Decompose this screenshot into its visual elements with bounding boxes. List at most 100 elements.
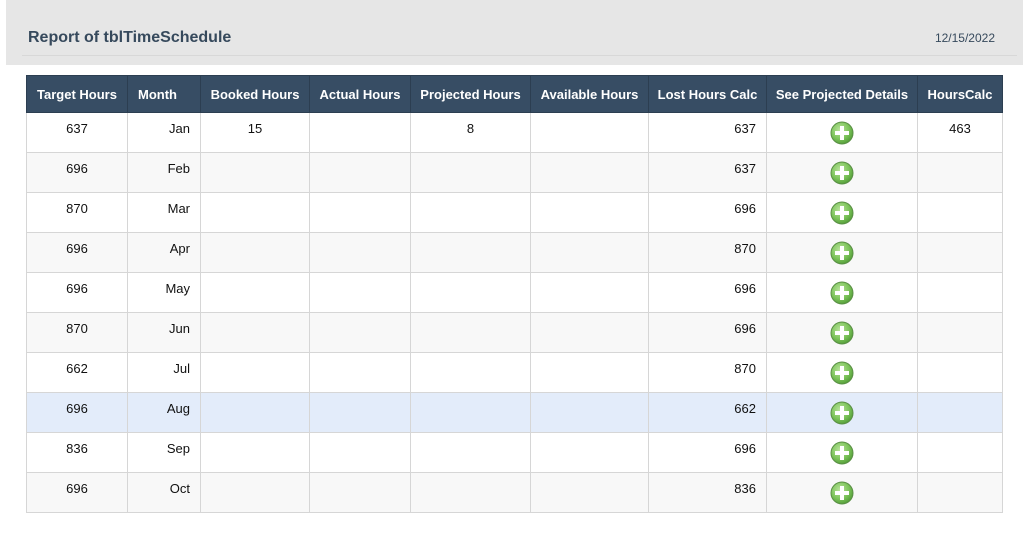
table-row[interactable]: 637 Jan 15 8 637 463 <box>26 112 1003 153</box>
table-row[interactable]: 870 Mar 696 <box>26 192 1003 233</box>
table-header-row: Target Hours Month Booked Hours Actual H… <box>26 75 1003 113</box>
cell-actual-hours <box>309 232 411 273</box>
cell-month: Jul <box>127 352 201 393</box>
plus-circle-icon[interactable] <box>830 241 854 265</box>
cell-target-hours: 696 <box>26 472 128 513</box>
column-header-booked-hours[interactable]: Booked Hours <box>200 75 310 113</box>
cell-lost-hours-calc: 637 <box>648 112 767 153</box>
cell-month: Apr <box>127 232 201 273</box>
cell-see-projected-details <box>766 312 918 353</box>
table-row[interactable]: 696 Feb 637 <box>26 152 1003 193</box>
cell-target-hours: 836 <box>26 432 128 473</box>
cell-month: Oct <box>127 472 201 513</box>
plus-circle-icon[interactable] <box>830 121 854 145</box>
plus-circle-icon[interactable] <box>830 441 854 465</box>
cell-lost-hours-calc: 662 <box>648 392 767 433</box>
cell-booked-hours <box>200 312 310 353</box>
cell-projected-hours <box>410 432 531 473</box>
column-header-actual-hours[interactable]: Actual Hours <box>309 75 411 113</box>
cell-hours-calc <box>917 192 1003 233</box>
column-header-month[interactable]: Month <box>127 75 201 113</box>
cell-hours-calc <box>917 392 1003 433</box>
cell-available-hours <box>530 392 649 433</box>
cell-booked-hours <box>200 192 310 233</box>
table-row[interactable]: 870 Jun 696 <box>26 312 1003 353</box>
cell-month: Sep <box>127 432 201 473</box>
cell-projected-hours <box>410 472 531 513</box>
column-header-hours-calc[interactable]: HoursCalc <box>917 75 1003 113</box>
cell-lost-hours-calc: 696 <box>648 272 767 313</box>
report-title: Report of tblTimeSchedule <box>28 29 232 46</box>
cell-available-hours <box>530 232 649 273</box>
cell-actual-hours <box>309 312 411 353</box>
plus-circle-icon[interactable] <box>830 201 854 225</box>
cell-actual-hours <box>309 352 411 393</box>
table-row[interactable]: 696 May 696 <box>26 272 1003 313</box>
column-header-target-hours[interactable]: Target Hours <box>26 75 128 113</box>
cell-target-hours: 696 <box>26 272 128 313</box>
cell-projected-hours <box>410 352 531 393</box>
column-header-available-hours[interactable]: Available Hours <box>530 75 649 113</box>
table-row[interactable]: 696 Oct 836 <box>26 472 1003 513</box>
cell-projected-hours <box>410 232 531 273</box>
plus-circle-icon[interactable] <box>830 361 854 385</box>
table-row[interactable]: 696 Aug 662 <box>26 392 1003 433</box>
cell-see-projected-details <box>766 232 918 273</box>
column-header-lost-hours-calc[interactable]: Lost Hours Calc <box>648 75 767 113</box>
cell-available-hours <box>530 192 649 233</box>
cell-actual-hours <box>309 432 411 473</box>
cell-available-hours <box>530 272 649 313</box>
table-row[interactable]: 836 Sep 696 <box>26 432 1003 473</box>
cell-hours-calc <box>917 472 1003 513</box>
cell-month: Mar <box>127 192 201 233</box>
cell-actual-hours <box>309 392 411 433</box>
cell-month: Feb <box>127 152 201 193</box>
report-date: 12/15/2022 <box>934 31 995 45</box>
cell-see-projected-details <box>766 272 918 313</box>
plus-circle-icon[interactable] <box>830 401 854 425</box>
cell-actual-hours <box>309 112 411 153</box>
cell-actual-hours <box>309 272 411 313</box>
cell-hours-calc: 463 <box>917 112 1003 153</box>
cell-booked-hours <box>200 472 310 513</box>
cell-available-hours <box>530 432 649 473</box>
cell-booked-hours: 15 <box>200 112 310 153</box>
cell-see-projected-details <box>766 192 918 233</box>
cell-target-hours: 696 <box>26 232 128 273</box>
cell-projected-hours <box>410 272 531 313</box>
cell-see-projected-details <box>766 352 918 393</box>
cell-available-hours <box>530 312 649 353</box>
header-divider <box>22 55 1017 56</box>
cell-see-projected-details <box>766 432 918 473</box>
table-row[interactable]: 696 Apr 870 <box>26 232 1003 273</box>
cell-projected-hours: 8 <box>410 112 531 153</box>
cell-booked-hours <box>200 392 310 433</box>
plus-circle-icon[interactable] <box>830 161 854 185</box>
cell-target-hours: 696 <box>26 392 128 433</box>
time-schedule-table: Target Hours Month Booked Hours Actual H… <box>26 75 1003 513</box>
plus-circle-icon[interactable] <box>830 321 854 345</box>
cell-month: Jan <box>127 112 201 153</box>
column-header-see-projected-details[interactable]: See Projected Details <box>766 75 918 113</box>
cell-target-hours: 870 <box>26 312 128 353</box>
cell-see-projected-details <box>766 152 918 193</box>
table-row[interactable]: 662 Jul 870 <box>26 352 1003 393</box>
cell-projected-hours <box>410 192 531 233</box>
cell-lost-hours-calc: 696 <box>648 312 767 353</box>
cell-lost-hours-calc: 870 <box>648 232 767 273</box>
cell-see-projected-details <box>766 392 918 433</box>
cell-lost-hours-calc: 696 <box>648 192 767 233</box>
cell-available-hours <box>530 112 649 153</box>
cell-projected-hours <box>410 312 531 353</box>
plus-circle-icon[interactable] <box>830 481 854 505</box>
cell-target-hours: 637 <box>26 112 128 153</box>
cell-hours-calc <box>917 312 1003 353</box>
cell-booked-hours <box>200 232 310 273</box>
cell-see-projected-details <box>766 472 918 513</box>
cell-projected-hours <box>410 392 531 433</box>
cell-see-projected-details <box>766 112 918 153</box>
plus-circle-icon[interactable] <box>830 281 854 305</box>
cell-lost-hours-calc: 836 <box>648 472 767 513</box>
cell-available-hours <box>530 152 649 193</box>
column-header-projected-hours[interactable]: Projected Hours <box>410 75 531 113</box>
